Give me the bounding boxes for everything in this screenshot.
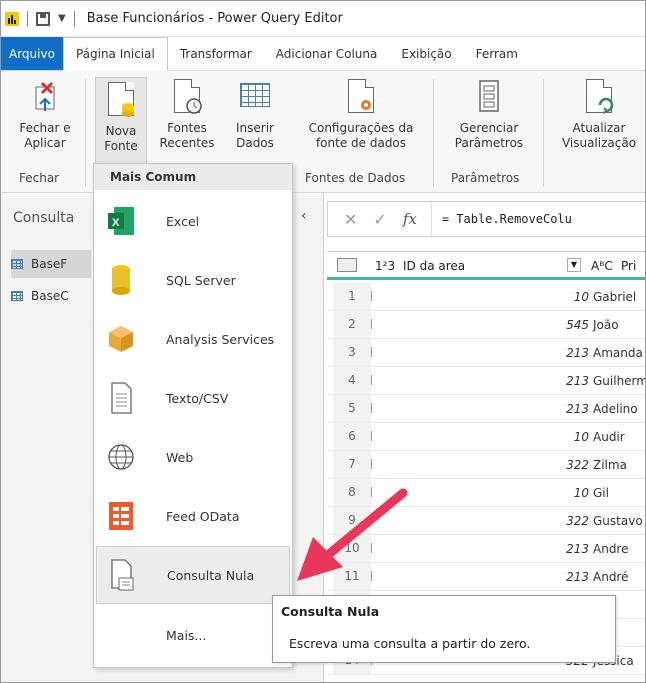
annotation-arrow-icon [297,488,408,581]
power-query-window: ▼ Base Funcionários - Power Query Editor… [0,0,646,683]
